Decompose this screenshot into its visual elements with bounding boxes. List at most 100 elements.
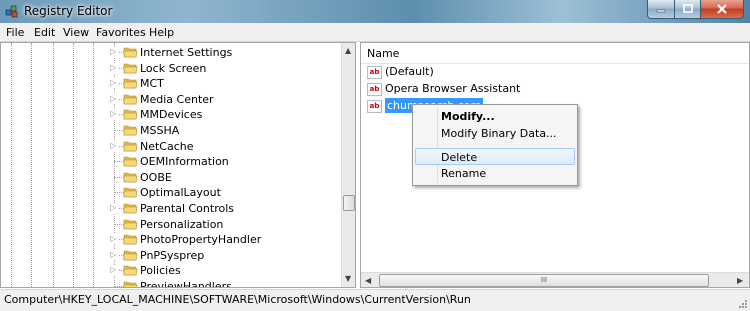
expand-triangle-icon[interactable]: ▷ [110, 62, 118, 73]
scroll-down-icon[interactable]: ▼ [345, 274, 351, 283]
reg-sz-string-icon: ab [367, 65, 382, 79]
value-name: (Default) [385, 65, 434, 78]
tree-item-label: PnPSysprep [140, 248, 205, 262]
tree-item[interactable]: ▷ PnPSysprep [110, 248, 340, 263]
tree-item[interactable]: ▷ Internet Settings [110, 45, 340, 60]
menu-item-modify[interactable]: Modify... [415, 108, 575, 125]
tree-item-label: OptimalLayout [140, 186, 221, 200]
menu-bar: File Edit View Favorites Help [0, 23, 750, 42]
menu-help[interactable]: Help [149, 26, 174, 39]
tree-item-label: NetCache [140, 139, 194, 153]
tree-item-label: OEMInformation [140, 155, 229, 169]
expand-triangle-icon[interactable]: ▷ [110, 140, 118, 151]
folder-icon [123, 188, 138, 198]
tree-item-label: Internet Settings [140, 46, 233, 59]
menu-file[interactable]: File [6, 26, 24, 39]
tree-guide-line [73, 43, 74, 287]
tree-item[interactable]: ▷ NetCache [110, 139, 340, 154]
maximize-button[interactable] [675, 0, 701, 19]
tree-item[interactable]: Personalization [110, 217, 340, 232]
tree-item[interactable]: OEMInformation [110, 154, 340, 169]
tree-item[interactable]: PreviewHandlers [110, 279, 340, 288]
key-tree-pane[interactable]: ▷ Internet Settings ▷ Lock Screen ▷ MCT ▷ Media… [0, 42, 356, 288]
folder-icon [123, 110, 138, 120]
folder-icon [123, 47, 138, 58]
folder-icon [123, 219, 138, 229]
menu-edit[interactable]: Edit [34, 26, 55, 39]
reg-sz-string-icon: ab [367, 82, 382, 96]
tree-item[interactable]: MSSHA [110, 123, 340, 138]
scroll-up-icon[interactable]: ▲ [345, 46, 351, 55]
expand-triangle-icon[interactable]: ▷ [110, 265, 118, 276]
resize-grip-icon[interactable] [738, 299, 748, 309]
expand-triangle-icon[interactable]: ▷ [110, 47, 118, 57]
scroll-left-icon[interactable]: ◀ [365, 276, 371, 285]
value-row-opera[interactable]: ab Opera Browser Assistant [367, 80, 520, 97]
tree-guide-line [11, 43, 12, 287]
menu-item-label: Modify Binary Data... [441, 127, 557, 140]
tree-item-label: Policies [140, 264, 181, 278]
registry-editor-icon [5, 5, 18, 18]
tree-item[interactable]: ▷ Media Center [110, 92, 340, 107]
menu-item-label: Rename [441, 167, 487, 180]
title-bar[interactable]: Registry Editor [0, 0, 750, 23]
tree-item-label: Lock Screen [140, 61, 207, 75]
minimize-button[interactable] [647, 0, 675, 19]
list-horizontal-scrollbar[interactable]: ◀ III ▶ [361, 272, 749, 287]
value-row-default[interactable]: ab (Default) [367, 63, 434, 80]
tree-vertical-scrollbar[interactable]: ▲ ▼ [341, 43, 355, 287]
tree-item[interactable]: ▷ PhotoPropertyHandler [110, 232, 340, 247]
folder-icon [123, 234, 138, 245]
menu-item-label: Modify... [441, 110, 495, 123]
menu-item-modify-binary[interactable]: Modify Binary Data... [415, 125, 575, 142]
name-column-header[interactable]: Name [361, 43, 749, 64]
value-name: Opera Browser Assistant [385, 82, 521, 95]
reg-sz-string-icon: ab [367, 99, 382, 113]
tree-item-label: PreviewHandlers [140, 280, 232, 288]
folder-icon [123, 78, 138, 89]
scroll-grip: III [540, 276, 548, 284]
folder-icon [123, 94, 138, 105]
tree-item[interactable]: OptimalLayout [110, 185, 340, 200]
close-icon [717, 4, 727, 14]
tree-item[interactable]: ▷ Parental Controls [110, 201, 340, 216]
menu-favorites[interactable]: Favorites [96, 26, 146, 39]
expand-triangle-icon[interactable]: ▷ [110, 93, 118, 104]
registry-path: Computer\HKEY_LOCAL_MACHINE\SOFTWARE\Mic… [4, 293, 471, 306]
expand-triangle-icon[interactable]: ▷ [110, 109, 118, 120]
expand-triangle-icon[interactable]: ▷ [110, 203, 118, 213]
scroll-right-icon[interactable]: ▶ [737, 276, 743, 285]
folder-icon [123, 203, 138, 214]
tree-guide-line [31, 43, 32, 287]
tree-item[interactable]: ▷ MMDevices [110, 107, 340, 122]
expand-triangle-icon[interactable]: ▷ [110, 234, 118, 245]
expand-triangle-icon[interactable]: ▷ [110, 78, 118, 89]
close-button[interactable] [701, 0, 744, 19]
folder-icon [123, 250, 138, 261]
menu-item-delete[interactable]: Delete [415, 148, 575, 165]
menu-item-label: Delete [441, 151, 478, 164]
list-scroll-thumb[interactable]: III [379, 274, 709, 287]
folder-icon [123, 172, 138, 183]
tree-item-label: MMDevices [140, 108, 203, 122]
tree-guide-line [53, 43, 54, 287]
tree-item-label: MSSHA [140, 124, 180, 137]
folder-icon [123, 156, 138, 167]
context-menu: Modify... Modify Binary Data... Delete R… [412, 104, 578, 186]
minimize-icon [656, 9, 666, 13]
folder-icon [123, 266, 138, 276]
folder-icon [123, 63, 138, 73]
tree-item[interactable]: ▷ MCT [110, 76, 340, 91]
status-bar: Computer\HKEY_LOCAL_MACHINE\SOFTWARE\Mic… [0, 289, 750, 311]
menu-view[interactable]: View [63, 26, 89, 39]
tree-item[interactable]: ▷ Policies [110, 263, 340, 278]
maximize-icon [682, 4, 693, 13]
folder-icon [123, 141, 138, 151]
folder-icon [123, 281, 138, 287]
menu-item-rename[interactable]: Rename [415, 165, 575, 182]
tree-item[interactable]: ▷ Lock Screen [110, 61, 340, 76]
tree-item[interactable]: OOBE [110, 170, 340, 185]
expand-triangle-icon[interactable]: ▷ [110, 249, 118, 260]
tree-scroll-thumb[interactable] [343, 195, 355, 211]
tree-item-label: MCT [140, 77, 164, 91]
